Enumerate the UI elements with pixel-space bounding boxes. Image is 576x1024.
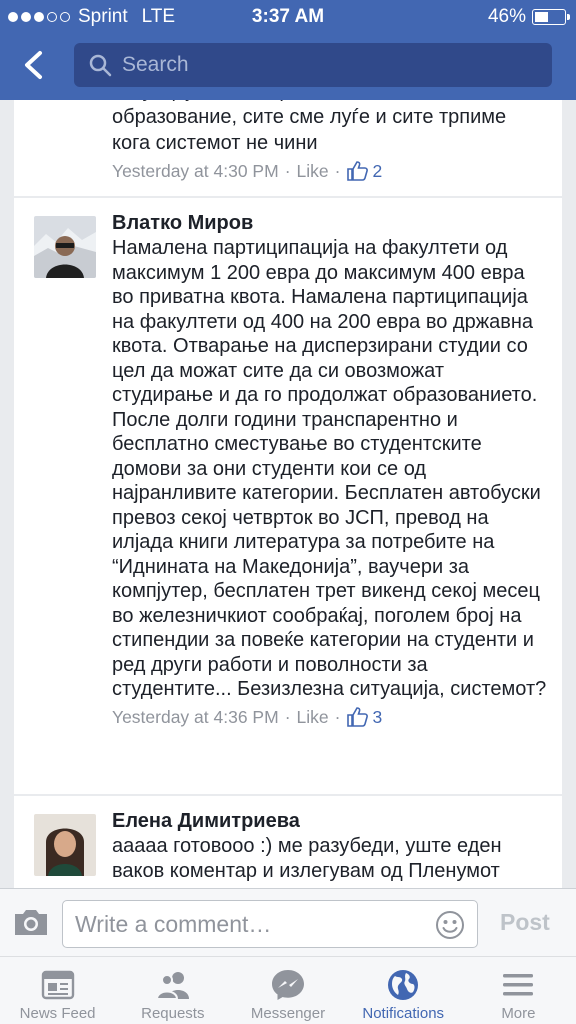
search-placeholder: Search [122,53,189,76]
globe-icon [388,970,419,1000]
comment-timestamp: Yesterday at 4:30 PM [112,161,279,181]
smiley-icon [436,911,464,939]
like-button[interactable]: Like [297,705,329,729]
comment-meta: Yesterday at 4:36 PM · Like · 3 [112,705,383,729]
thumbs-up-icon [347,161,369,181]
menu-icon [503,974,534,996]
comment-input[interactable]: Write a comment… [62,900,478,948]
comment-card: Елена Димитриева ааааа готовооо :) ме ра… [14,796,562,888]
comment-placeholder: Write a comment… [75,910,272,937]
tab-label: News Feed [19,1005,96,1022]
comment-meta: Yesterday at 4:30 PM · Like · 2 [112,159,383,183]
tab-label: Notifications [362,1005,445,1022]
comments-list: ситуација. Нема врска степенот на образо… [0,100,576,888]
search-icon [89,54,112,77]
like-count[interactable]: 3 [346,705,382,729]
comment-text: ситуација. Нема врска степенот на образо… [112,100,507,154]
tab-label: Requests [141,1005,205,1022]
comment-timestamp: Yesterday at 4:36 PM [112,706,279,727]
comment-author[interactable]: Елена Димитриева [112,808,548,834]
camera-button[interactable] [12,907,50,937]
battery-icon [532,9,570,25]
battery-percent: 46% [487,6,526,27]
comment: Влатко Миров Намалена партиципација на ф… [14,198,562,729]
tab-more[interactable]: More [461,957,576,1024]
tab-notifications[interactable]: Notifications [346,957,461,1024]
comment: ситуација. Нема врска степенот на образо… [14,100,562,183]
back-button[interactable] [18,48,52,82]
tab-news-feed[interactable]: News Feed [0,957,115,1024]
messenger-icon [272,970,304,1000]
comment-composer: Write a comment… Post [0,888,576,956]
top-bar: Sprint LTE 3:37 AM 46% Search [0,0,576,100]
chevron-left-icon [25,51,42,79]
sticker-button[interactable] [435,910,465,940]
like-count-value: 3 [372,706,383,727]
comment: Елена Димитриева ааааа готовооо :) ме ра… [14,796,562,883]
thumbs-up-icon [347,706,369,727]
tab-label: Messenger [250,1005,326,1022]
friend-requests-icon [155,972,189,1000]
search-bar[interactable]: Search [74,43,552,87]
camera-icon [15,910,47,935]
like-count-value: 2 [372,161,383,181]
status-right: 46% [487,6,570,28]
comment-card: ситуација. Нема врска степенот на образо… [14,100,562,196]
news-feed-icon [41,970,74,1000]
like-button[interactable]: Like [297,159,329,183]
post-button[interactable]: Post [500,909,550,936]
tab-bar: News Feed Requests Messenger Notificatio… [0,956,576,1024]
tab-label: More [501,1005,536,1022]
like-count[interactable]: 2 [346,159,382,183]
comment-author[interactable]: Влатко Миров [112,210,548,236]
status-bar: Sprint LTE 3:37 AM 46% [0,0,576,34]
comment-text: Намалена партиципација на факултети од м… [112,237,547,700]
comment-text: ааааа готовооо :) ме разубеди, уште еден… [112,835,502,882]
tab-requests[interactable]: Requests [115,957,230,1024]
tab-messenger[interactable]: Messenger [230,957,345,1024]
comment-card: Влатко Миров Намалена партиципација на ф… [14,198,562,794]
